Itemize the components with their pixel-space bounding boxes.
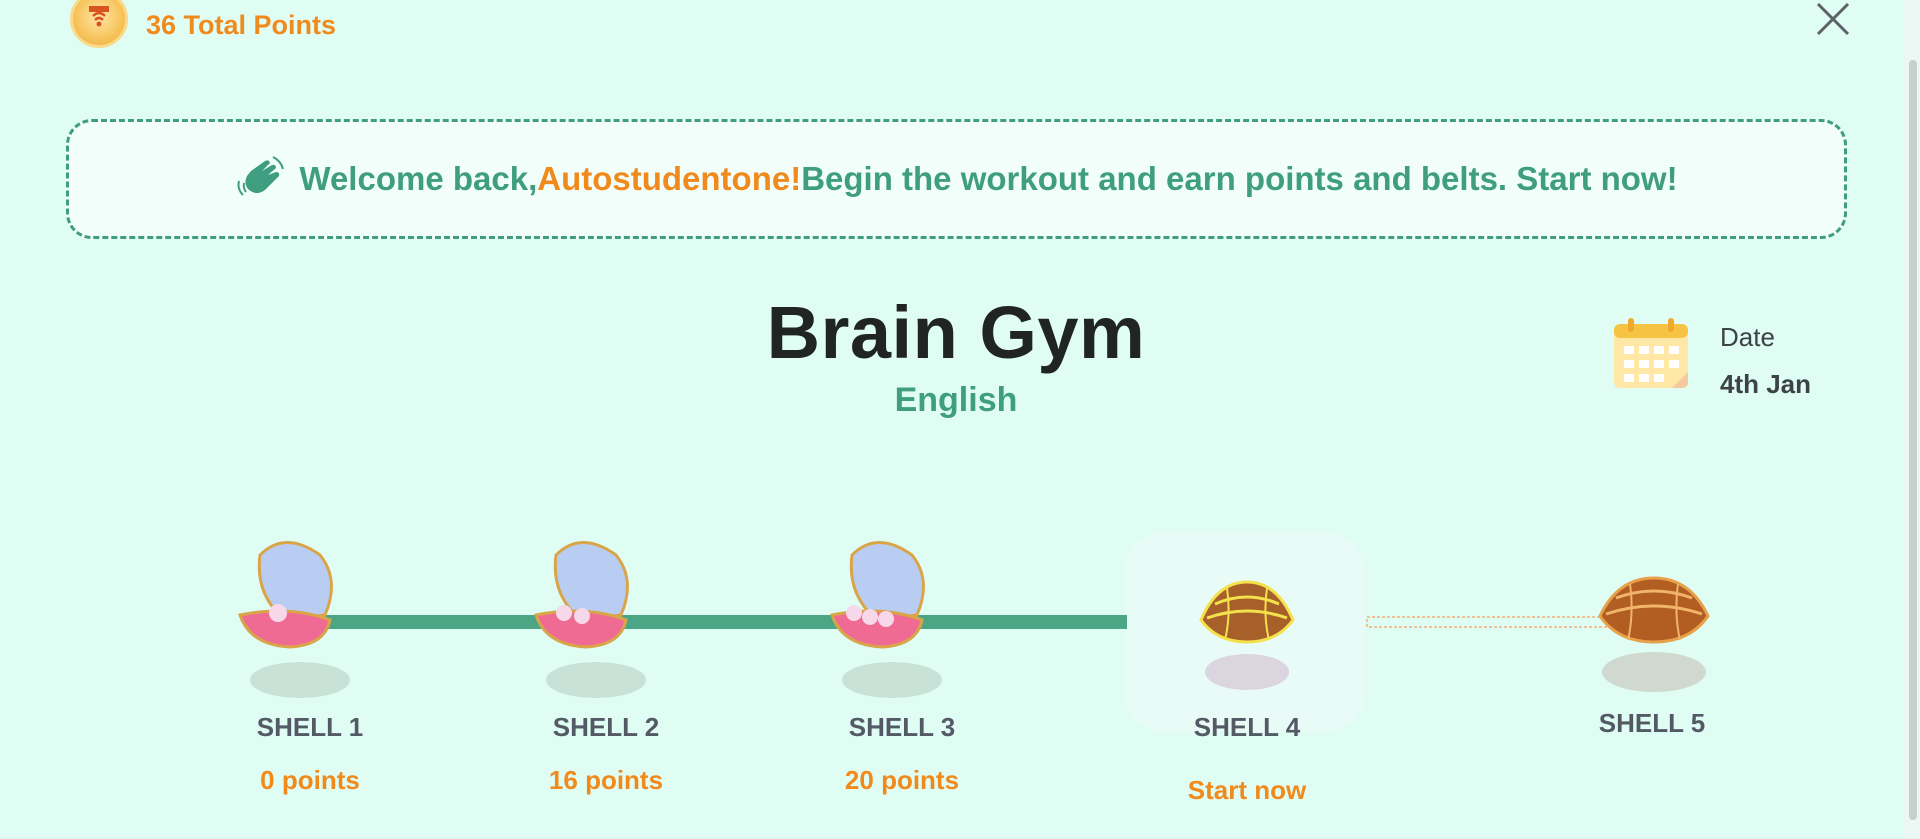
- shell-points: 16 points: [548, 765, 664, 795]
- shell-1[interactable]: SHELL 1 0 points: [230, 535, 390, 796]
- shell-name: SHELL 3: [848, 712, 956, 742]
- date-value: 4th Jan: [1720, 369, 1812, 399]
- scrollbar-thumb[interactable]: [1909, 60, 1917, 820]
- closed-clam-icon: [1598, 576, 1710, 692]
- open-clam-icon: [238, 541, 350, 698]
- student-name: Autostudentone!: [537, 160, 802, 197]
- points-header: 36 Total Points: [70, 0, 336, 50]
- shell-name: SHELL 2: [552, 712, 660, 742]
- shell-2[interactable]: SHELL 2 16 points: [526, 535, 686, 796]
- closed-clam-icon: [1199, 580, 1295, 690]
- date-label: Date: [1720, 322, 1775, 352]
- close-icon: [1816, 2, 1850, 36]
- open-clam-icon: [534, 541, 646, 698]
- welcome-banner: Welcome back, Autostudentone! Begin the …: [66, 119, 1847, 239]
- date-panel: Date 4th Jan: [1612, 318, 1811, 400]
- shell-points: 0 points: [260, 765, 360, 795]
- start-now-link[interactable]: Start now: [1167, 775, 1327, 806]
- welcome-suffix: Begin the workout and earn points and be…: [801, 160, 1678, 197]
- welcome-prefix: Welcome back,: [299, 160, 538, 197]
- shell-name: SHELL 1: [256, 712, 364, 742]
- shell-name: SHELL 5: [1598, 708, 1706, 738]
- shell-4[interactable]: SHELL 4 Start now: [1167, 560, 1327, 806]
- open-clam-icon: [830, 541, 942, 698]
- shell-3[interactable]: SHELL 3 20 points: [822, 535, 982, 796]
- shell-points: 20 points: [844, 765, 960, 795]
- shell-5[interactable]: SHELL 5: [1572, 560, 1732, 739]
- total-points: 36 Total Points: [146, 9, 337, 40]
- close-button[interactable]: [1812, 0, 1854, 38]
- shell-name: SHELL 4: [1193, 712, 1301, 742]
- calendar-icon: [1614, 318, 1688, 388]
- medal-icon: [70, 0, 128, 48]
- waving-hand-icon: [237, 156, 285, 196]
